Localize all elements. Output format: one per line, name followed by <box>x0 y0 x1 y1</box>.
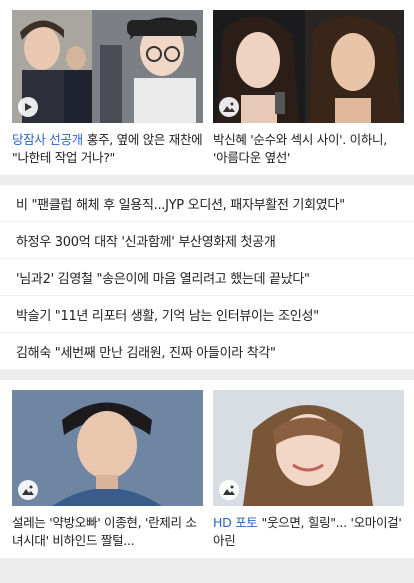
headline-item[interactable]: 하정우 300억 대작 '신과함께' 부산영화제 첫공개 <box>0 222 414 259</box>
news-card[interactable]: 설레는 '약방오빠' 이종현, '란제리 소녀시대' 비하인드 짤털... <box>12 390 203 550</box>
news-title: 설레는 '약방오빠' 이종현, '란제리 소녀시대' 비하인드 짤털... <box>12 515 197 548</box>
news-card[interactable]: 박신혜 '순수와 섹시 사이'. 이하니, '아름다운 옆선' <box>213 10 404 167</box>
top-card-section: 당잠사 선공개 홍주, 옆에 앉은 재찬에 "나한테 작업 거나?" 박신혜 '… <box>0 0 414 175</box>
headline-item[interactable]: 박슬기 "11년 리포터 생활, 기억 남는 인터뷰이는 조인성" <box>0 296 414 333</box>
news-caption[interactable]: 박신혜 '순수와 섹시 사이'. 이하니, '아름다운 옆선' <box>213 131 404 167</box>
news-card[interactable]: 당잠사 선공개 홍주, 옆에 앉은 재찬에 "나한테 작업 거나?" <box>12 10 203 167</box>
news-thumbnail[interactable] <box>12 390 203 506</box>
headline-list: 비 "팬클럽 해체 후 일용직...JYP 오디션, 패자부활전 기회였다" 하… <box>0 185 414 370</box>
news-thumbnail[interactable] <box>213 390 404 506</box>
news-thumbnail[interactable] <box>213 10 404 123</box>
section-divider <box>0 175 414 185</box>
news-thumbnail[interactable] <box>12 10 203 123</box>
photo-icon <box>18 480 38 500</box>
headline-item[interactable]: 비 "팬클럽 해체 후 일용직...JYP 오디션, 패자부활전 기회였다" <box>0 185 414 222</box>
headline-item[interactable]: '님과2' 김영철 "송은이에 마음 열리려고 했는데 끝났다" <box>0 259 414 296</box>
news-tag: 당잠사 선공개 <box>12 132 83 147</box>
photo-icon <box>219 480 239 500</box>
section-divider <box>0 370 414 380</box>
bottom-card-section: 설레는 '약방오빠' 이종현, '란제리 소녀시대' 비하인드 짤털... HD… <box>0 380 414 558</box>
photo-icon <box>219 97 239 117</box>
news-tag: HD 포토 <box>213 515 258 530</box>
play-icon <box>18 97 38 117</box>
headline-item[interactable]: 김해숙 "세번째 만난 김래원, 진짜 아들이라 착각" <box>0 333 414 370</box>
news-title: 박신혜 '순수와 섹시 사이'. 이하니, '아름다운 옆선' <box>213 132 387 165</box>
news-caption[interactable]: 당잠사 선공개 홍주, 옆에 앉은 재찬에 "나한테 작업 거나?" <box>12 131 203 167</box>
news-caption[interactable]: 설레는 '약방오빠' 이종현, '란제리 소녀시대' 비하인드 짤털... <box>12 514 203 550</box>
news-card[interactable]: HD 포토 "웃으면, 힐링"... '오마이걸' 아린 <box>213 390 404 550</box>
news-caption[interactable]: HD 포토 "웃으면, 힐링"... '오마이걸' 아린 <box>213 514 404 550</box>
